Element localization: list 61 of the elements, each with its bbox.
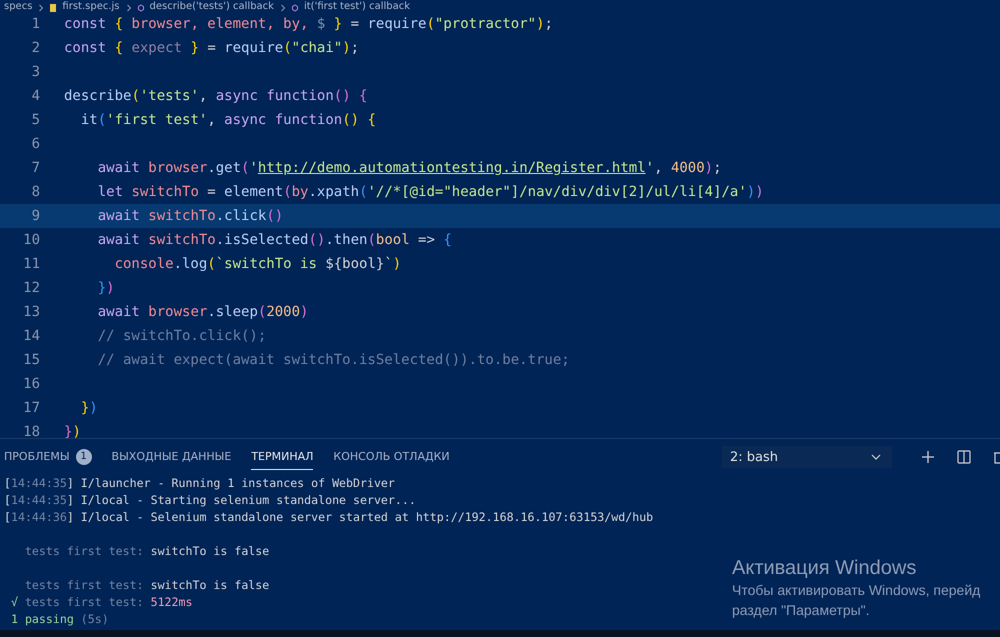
terminal-line: tests first test: switchTo is false <box>24 544 270 558</box>
line-number: 16 <box>22 376 41 392</box>
breadcrumb-item[interactable]: first.spec.js <box>62 1 120 12</box>
breadcrumb-item[interactable]: describe('tests') callback <box>150 1 274 12</box>
code-line: describe('tests', async function() { <box>64 88 368 104</box>
code-line: await switchTo.isSelected().then(bool => { <box>96 232 452 248</box>
panel-tab[interactable]: ВЫХОДНЫЕ ДАННЫЕ <box>112 444 232 470</box>
panel-tab[interactable]: ТЕРМИНАЛ <box>251 444 314 470</box>
code-line: const { expect } = require("chai"); <box>64 40 360 56</box>
line-number: 8 <box>30 184 41 200</box>
split-icon[interactable] <box>956 449 972 465</box>
chevron-right-icon <box>126 4 132 12</box>
chevron-right-icon <box>38 4 44 12</box>
line-number: 2 <box>30 40 41 56</box>
terminal-line: tests first test: switchTo is false <box>24 578 270 592</box>
line-number: 15 <box>22 352 41 368</box>
line-number: 11 <box>22 256 41 272</box>
line-number: 6 <box>30 136 41 152</box>
terminal-line: [14:44:35] I/launcher - Running 1 instances of WebDriver <box>4 476 395 490</box>
cube-icon <box>138 4 144 12</box>
code-line: // switchTo.click(); <box>96 328 266 344</box>
line-number: 14 <box>22 328 41 344</box>
code-line: await browser.get('http://demo.automationtesting.in/Register.html', 4000); <box>96 160 722 176</box>
line-number: 5 <box>30 112 41 128</box>
line-number: 7 <box>30 160 41 176</box>
code-line: const { browser, element, by, $ } = require("protractor"); <box>64 16 553 32</box>
terminal-line: [14:44:36] I/local - Selenium standalone server started at http://192.168.16.107:63153/wd/hub <box>4 510 654 524</box>
line-number: 4 <box>30 88 41 104</box>
code-line: await browser.sleep(2000) <box>96 304 308 320</box>
count-badge: 1 <box>76 448 92 464</box>
plus-icon[interactable] <box>920 449 936 465</box>
panel-tab[interactable]: ПРОБЛЕМЫ 1 <box>4 442 92 472</box>
line-number: 10 <box>22 232 41 248</box>
terminal-line: [14:44:35] I/local - Starting selenium standalone server... <box>4 493 416 507</box>
line-number: 12 <box>22 280 41 296</box>
activation-text: раздел "Параметры". <box>732 601 871 620</box>
line-number: 9 <box>30 208 41 224</box>
terminal-line: √ tests first test: 5122ms <box>10 595 192 609</box>
js-file-icon <box>50 4 56 12</box>
code-line: it('first test', async function() { <box>80 112 376 128</box>
panel-tab[interactable]: КОНСОЛЬ ОТЛАДКИ <box>333 444 450 470</box>
line-number: 3 <box>30 64 41 80</box>
code-line: console.log(`switchTo is ${bool}`) <box>114 256 402 272</box>
code-line: }) <box>96 280 115 296</box>
terminal-dropdown[interactable]: 2: bash <box>722 446 892 468</box>
code-line: // await expect(await switchTo.isSelected()).to.be.true; <box>96 352 570 368</box>
cube-icon <box>292 4 298 12</box>
code-line: let switchTo = element(by.xpath('//*[@id="header"]/nav/div/div[2]/ul/li[4]/a')) <box>96 184 764 200</box>
breadcrumb-item[interactable]: it('first test') callback <box>304 1 410 12</box>
line-number: 18 <box>22 424 41 438</box>
code-line: }) <box>80 400 98 416</box>
chevron-right-icon <box>280 4 286 12</box>
line-number: 17 <box>22 400 41 416</box>
line-number: 1 <box>30 16 41 32</box>
code-line: }) <box>64 424 81 438</box>
line-number: 13 <box>22 304 41 320</box>
terminal-line: 1 passing (5s) <box>10 612 109 626</box>
activation-title: Активация Windows <box>732 556 918 580</box>
activation-text: Чтобы активировать Windows, перейд <box>732 581 980 600</box>
code-line: await switchTo.click() <box>96 208 284 224</box>
breadcrumb-item[interactable]: specs <box>4 1 32 12</box>
